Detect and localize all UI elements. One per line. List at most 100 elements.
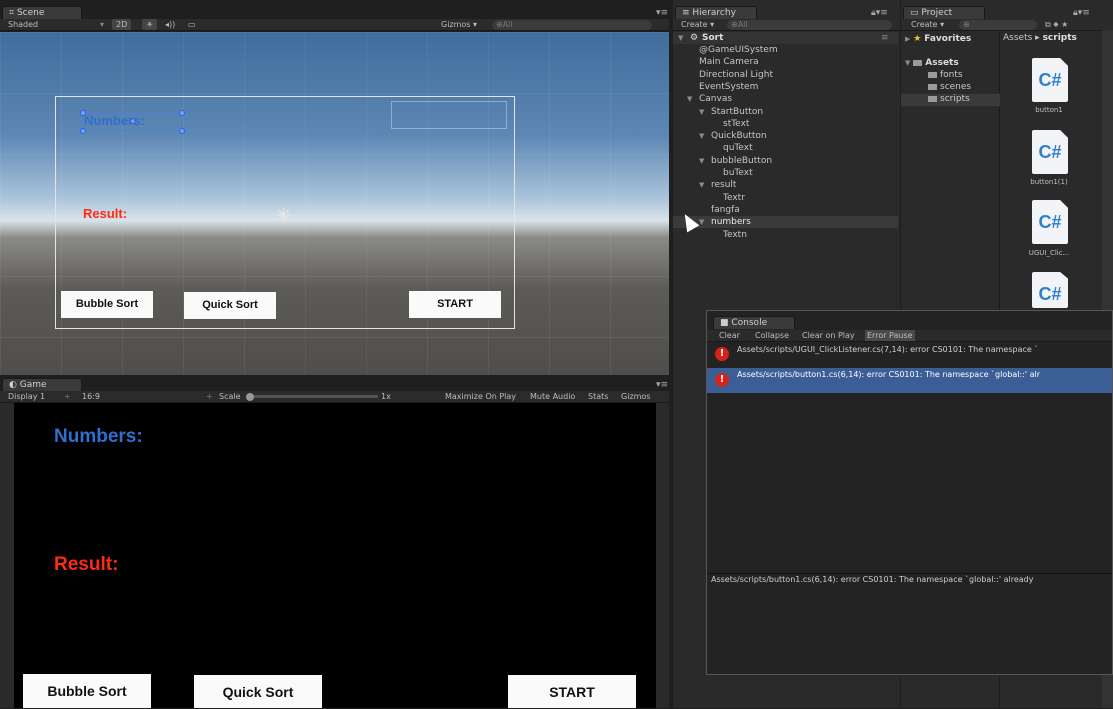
scene-root-row[interactable]: ▼ ⚙ Sort ≡ bbox=[673, 32, 898, 44]
hierarchy-item[interactable]: ▼ bubbleButton bbox=[673, 155, 898, 167]
chevron-down-icon[interactable]: ▼ bbox=[699, 155, 704, 167]
scene-numbers-label: Numbers: bbox=[84, 113, 145, 128]
scale-slider-thumb[interactable] bbox=[246, 393, 254, 401]
hierarchy-item[interactable]: Directional Light bbox=[673, 69, 898, 81]
hierarchy-search-input[interactable]: ⊕All bbox=[727, 20, 892, 30]
tab-hierarchy[interactable]: ≡ Hierarchy bbox=[675, 6, 757, 19]
csharp-file-icon[interactable]: C# bbox=[1032, 200, 1068, 244]
chevron-down-icon[interactable]: ▼ bbox=[699, 106, 704, 118]
folder-item-selected[interactable]: scripts bbox=[901, 94, 1000, 106]
game-left-margin bbox=[0, 403, 14, 708]
hierarchy-item[interactable]: ▼ Canvas bbox=[673, 93, 898, 105]
filter-icon[interactable]: ⧉ ⬥ ★ bbox=[1045, 19, 1068, 30]
chevron-down-icon: ▼ bbox=[678, 34, 684, 42]
assets-row[interactable]: ▼ Assets bbox=[905, 58, 959, 68]
hierarchy-item[interactable]: Textr bbox=[673, 192, 898, 204]
list-icon: ≡ bbox=[682, 8, 693, 18]
aspect-dropdown[interactable]: 16:9 bbox=[82, 391, 100, 402]
gizmos-dropdown[interactable]: Gizmos ▾ bbox=[441, 19, 477, 30]
chevron-down-icon[interactable]: ▼ bbox=[699, 179, 704, 191]
lock-icon[interactable]: 🔒︎▾≡ bbox=[1073, 8, 1090, 18]
resize-handle[interactable] bbox=[179, 128, 185, 134]
audio-toggle-icon[interactable]: ◂)) bbox=[165, 19, 175, 30]
csharp-file-icon[interactable]: C# bbox=[1032, 58, 1068, 102]
stats-toggle[interactable]: Stats bbox=[588, 391, 608, 402]
console-error-pause-button[interactable]: Error Pause bbox=[865, 330, 915, 341]
effects-toggle-icon[interactable]: ▭ bbox=[188, 19, 196, 30]
scene-search-input[interactable]: ⊕All bbox=[492, 20, 652, 30]
resize-handle[interactable] bbox=[179, 110, 185, 116]
hierarchy-item-label: stText bbox=[723, 118, 750, 129]
scene-quick-sort-button[interactable]: Quick Sort bbox=[184, 292, 276, 319]
hierarchy-item[interactable]: quText bbox=[673, 142, 898, 154]
console-error-row[interactable]: ! Assets/scripts/UGUI_ClickListener.cs(7… bbox=[707, 343, 1112, 367]
csharp-file-icon[interactable]: C# bbox=[1032, 272, 1068, 308]
hierarchy-item-label: EventSystem bbox=[699, 81, 759, 92]
game-start-button[interactable]: START bbox=[508, 675, 636, 708]
chevron-down-icon[interactable]: ▼ bbox=[699, 130, 704, 142]
hierarchy-item[interactable]: Main Camera bbox=[673, 56, 898, 68]
hierarchy-item[interactable]: EventSystem bbox=[673, 81, 898, 93]
hierarchy-item-label: bubbleButton bbox=[711, 155, 773, 166]
hierarchy-item[interactable]: stText bbox=[673, 118, 898, 130]
folder-item[interactable]: scenes bbox=[928, 82, 998, 92]
console-collapse-button[interactable]: Collapse bbox=[755, 330, 789, 341]
resize-handle[interactable] bbox=[80, 128, 86, 134]
file-label: UGUI_Clic... bbox=[1028, 249, 1070, 257]
hierarchy-item[interactable]: Textn bbox=[673, 229, 898, 241]
hierarchy-item[interactable]: ▼ result bbox=[673, 179, 898, 191]
shading-dropdown[interactable]: Shaded bbox=[8, 19, 38, 30]
light-toggle-icon[interactable]: ☀ bbox=[142, 19, 158, 30]
csharp-file-icon[interactable]: C# bbox=[1032, 130, 1068, 174]
chevron-down-icon[interactable]: ▼ bbox=[687, 93, 692, 105]
hierarchy-item[interactable]: fangfa bbox=[673, 204, 898, 216]
hierarchy-item[interactable]: ▼ QuickButton bbox=[673, 130, 898, 142]
lock-icon[interactable]: 🔒︎▾≡ bbox=[871, 8, 888, 18]
breadcrumb-scripts[interactable]: scripts bbox=[1043, 33, 1077, 43]
chevron-down-icon[interactable]: ▼ bbox=[699, 216, 704, 228]
tab-project[interactable]: ▭ Project bbox=[903, 6, 985, 19]
hierarchy-item-label: result bbox=[711, 180, 737, 191]
tab-game[interactable]: ◐ Game bbox=[2, 378, 82, 391]
chevron-down-icon: ÷ bbox=[206, 392, 213, 401]
game-bubble-sort-button[interactable]: Bubble Sort bbox=[23, 674, 151, 708]
breadcrumb-assets[interactable]: Assets bbox=[1003, 33, 1032, 43]
move-tool-icon[interactable]: ✳ bbox=[275, 203, 292, 227]
hierarchy-item[interactable]: ▼ numbers bbox=[673, 216, 898, 229]
game-viewport[interactable]: Numbers: Result: Bubble Sort Quick Sort … bbox=[14, 403, 656, 708]
project-create-dropdown[interactable]: Create ▾ bbox=[911, 19, 944, 30]
scene-bubble-sort-button[interactable]: Bubble Sort bbox=[61, 291, 153, 318]
panel-menu-icon[interactable]: ▾≡ bbox=[656, 380, 668, 390]
tab-console[interactable]: ■ Console bbox=[713, 316, 795, 329]
mute-audio-toggle[interactable]: Mute Audio bbox=[530, 391, 575, 402]
folder-item[interactable]: fonts bbox=[928, 70, 998, 80]
console-error-row-selected[interactable]: ! Assets/scripts/button1.cs(6,14): error… bbox=[707, 368, 1112, 393]
tab-scene[interactable]: ⌗ Scene bbox=[2, 6, 82, 19]
scene-result-label: Result: bbox=[83, 206, 128, 221]
hierarchy-create-dropdown[interactable]: Create ▾ bbox=[681, 19, 714, 30]
project-search-input[interactable]: ⊕ bbox=[959, 20, 1037, 30]
game-numbers-label: Numbers: bbox=[54, 426, 143, 447]
menu-icon[interactable]: ≡ bbox=[881, 32, 889, 44]
game-quick-sort-button[interactable]: Quick Sort bbox=[194, 675, 322, 708]
console-clear-on-play-button[interactable]: Clear on Play bbox=[802, 330, 855, 341]
display-dropdown[interactable]: Display 1 bbox=[8, 391, 45, 402]
maximize-on-play-toggle[interactable]: Maximize On Play bbox=[445, 391, 516, 402]
hierarchy-item[interactable]: @GameUISystem bbox=[673, 44, 898, 56]
unity-scene-icon: ⚙ bbox=[690, 33, 699, 43]
scene-viewport[interactable]: Numbers: Result: ✳ Bubble Sort Quick Sor… bbox=[0, 32, 669, 375]
console-detail-text: Assets/scripts/button1.cs(6,14): error C… bbox=[711, 575, 1034, 584]
panel-menu-icon[interactable]: ▾≡ bbox=[656, 8, 668, 18]
console-clear-button[interactable]: Clear bbox=[719, 330, 740, 341]
scene-start-button[interactable]: START bbox=[409, 291, 501, 318]
hierarchy-item[interactable]: buText bbox=[673, 167, 898, 179]
scale-slider[interactable] bbox=[248, 395, 378, 398]
chevron-down-icon: ▼ bbox=[905, 59, 911, 67]
hierarchy-item[interactable]: ▼ StartButton bbox=[673, 106, 898, 118]
game-icon: ◐ bbox=[9, 380, 20, 390]
hierarchy-item-label: QuickButton bbox=[711, 131, 767, 142]
game-gizmos-dropdown[interactable]: Gizmos bbox=[621, 391, 650, 402]
folder-icon bbox=[928, 95, 937, 102]
favorites-row[interactable]: ▶ ★ Favorites bbox=[905, 34, 971, 44]
mode-2d-toggle[interactable]: 2D bbox=[112, 19, 132, 30]
